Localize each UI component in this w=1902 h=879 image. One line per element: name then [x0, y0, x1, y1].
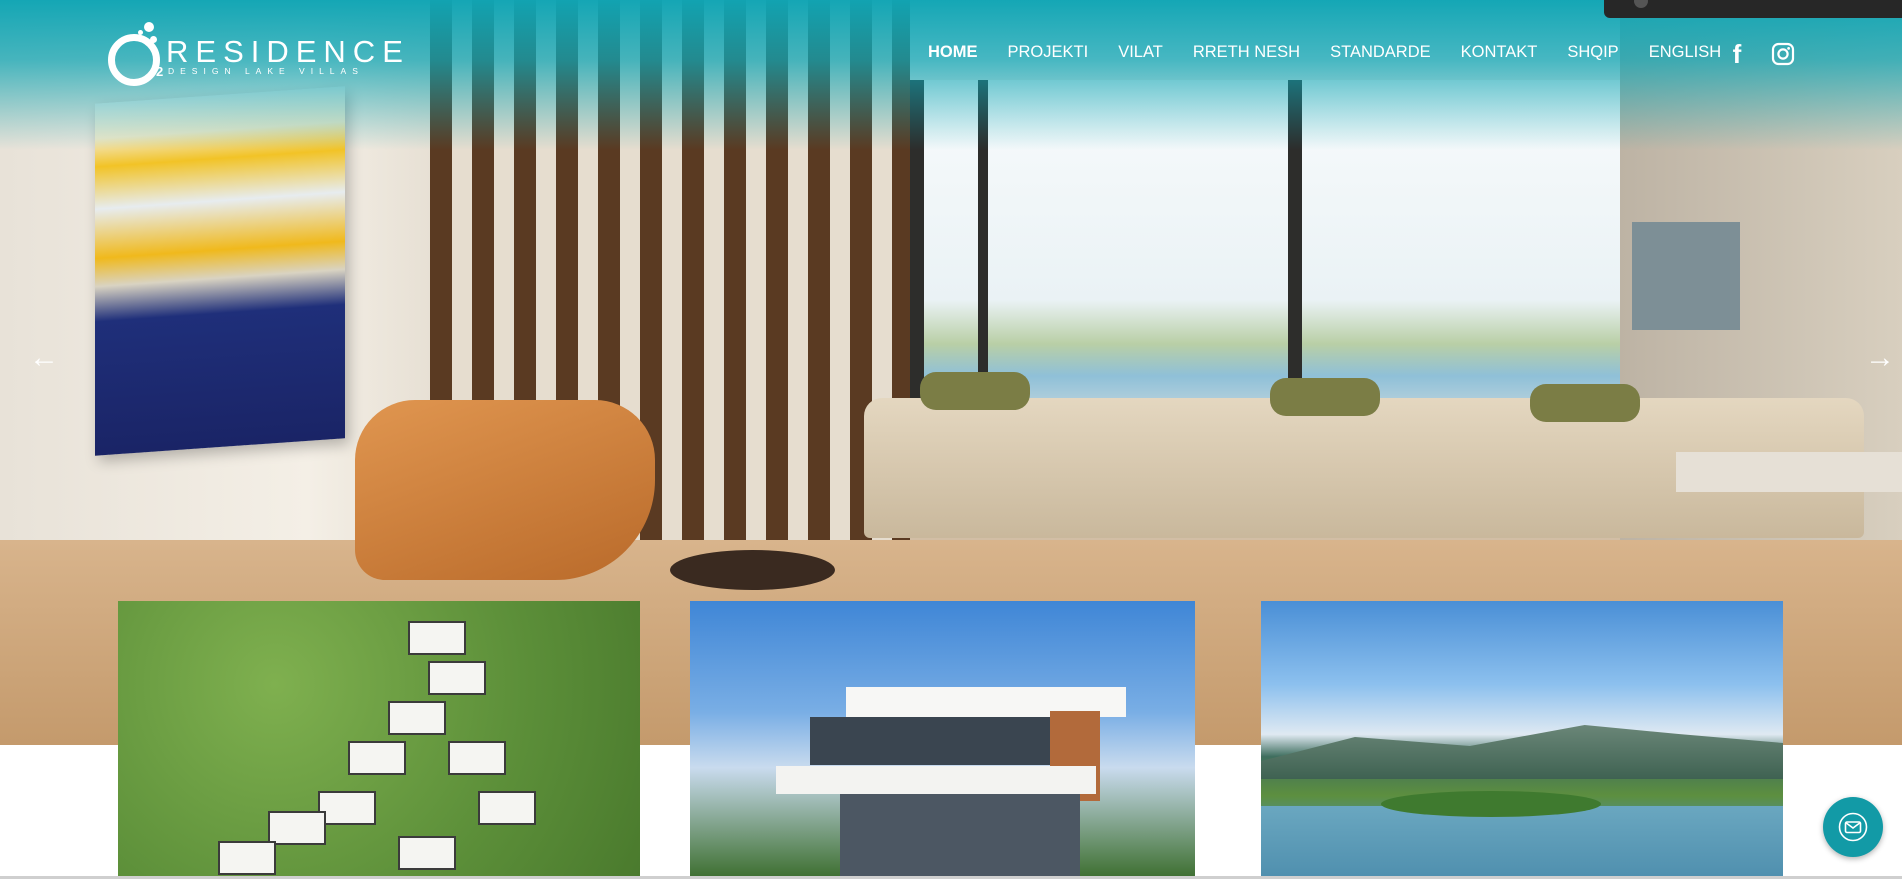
- nav-standarde[interactable]: STANDARDE: [1330, 43, 1431, 62]
- logo-tagline: DESIGN LAKE VILLAS: [168, 66, 364, 76]
- nav-home[interactable]: HOME: [928, 43, 978, 62]
- nav-rreth-nesh[interactable]: RRETH NESH: [1193, 43, 1300, 62]
- slider-prev-arrow[interactable]: ←: [24, 338, 64, 378]
- logo-wordmark: RESIDENCE: [166, 34, 410, 69]
- logo-subscript: 2: [156, 64, 164, 79]
- dining-table: [1676, 452, 1902, 492]
- wall-tv: [1632, 222, 1740, 330]
- side-table: [670, 550, 835, 590]
- mail-icon: [1838, 812, 1868, 842]
- instagram-icon[interactable]: [1771, 42, 1795, 66]
- aerial-development-image[interactable]: [118, 601, 640, 879]
- top-widget-bar: [1604, 0, 1902, 18]
- lake-landscape-image[interactable]: [1261, 601, 1783, 879]
- nav-english[interactable]: ENGLISH: [1649, 43, 1721, 62]
- nav-projekti[interactable]: PROJEKTI: [1008, 43, 1089, 62]
- nav-shqip[interactable]: SHQIP: [1567, 43, 1618, 62]
- logo[interactable]: 2 RESIDENCE DESIGN LAKE VILLAS: [106, 22, 403, 86]
- contact-mail-button[interactable]: [1823, 797, 1883, 857]
- nav-kontakt[interactable]: KONTAKT: [1461, 43, 1538, 62]
- nav-vilat[interactable]: VILAT: [1118, 43, 1163, 62]
- villa-exterior-image[interactable]: [690, 601, 1195, 879]
- orange-lounge-chair: [355, 400, 655, 580]
- slider-next-arrow[interactable]: →: [1860, 338, 1900, 378]
- main-nav: HOME PROJEKTI VILAT RRETH NESH STANDARDE…: [928, 40, 1751, 64]
- facebook-icon[interactable]: f: [1725, 41, 1749, 67]
